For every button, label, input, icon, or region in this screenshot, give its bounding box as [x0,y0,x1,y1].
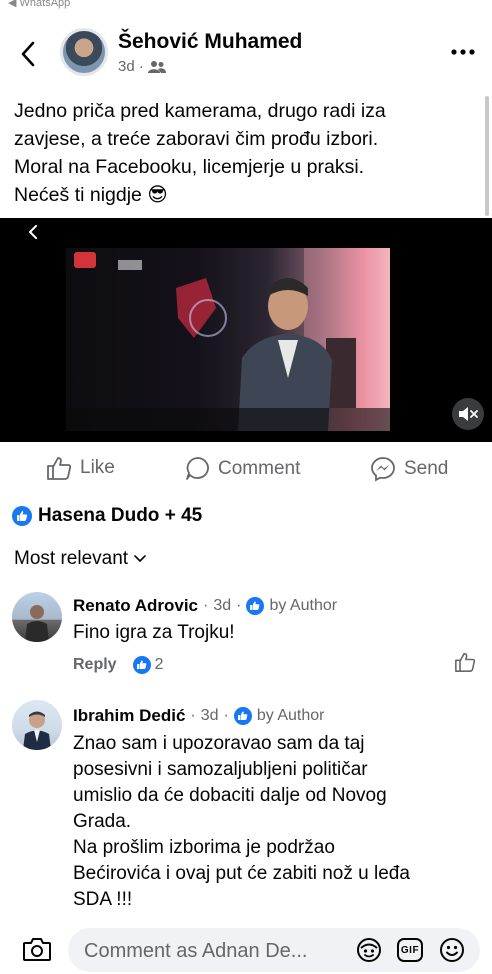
like-reaction-icon [132,656,151,674]
comment-label: Comment [218,457,301,479]
like-reaction-icon [12,506,32,526]
emoji-button[interactable] [438,936,466,964]
post-header: Šehović Muhamed 3d · [0,24,492,88]
author-like-badge-icon [246,597,265,615]
author-name[interactable]: Šehović Muhamed [118,30,302,54]
status-bar-app-label: ◀ WhatsApp [8,0,71,9]
send-label: Send [404,458,449,479]
camera-icon [23,938,51,961]
comment-actions: Reply 2 [73,656,163,674]
author-badge-label: by Author [269,597,338,614]
commenter-name[interactable]: Ibrahim Dedić [73,706,185,726]
commenter-name[interactable]: Renato Adrovic [73,596,198,616]
comment-text-line: Grada. [73,811,132,832]
comment-text-line: Na prošlim izborima je podržao [73,837,335,858]
comment-input-placeholder: Comment as Adnan De... [84,940,308,962]
mute-button[interactable] [452,398,484,430]
meta-separator: · [203,597,209,614]
video-frame[interactable] [66,248,390,431]
comment-text-line: umislio da će dobaciti dalje od Novog [73,785,387,806]
author-avatar[interactable] [60,28,108,76]
meta-separator: · [223,707,229,724]
meta-separator: · [236,597,242,614]
comment-like-count[interactable]: 2 [132,656,164,674]
post-meta: 3d · [118,58,166,75]
comment-sort-dropdown[interactable]: Most relevant [14,548,146,570]
avatar-sticker-button[interactable] [355,936,383,964]
comment-text-line: Fino igra za Trojku! [73,622,235,643]
friends-icon [147,60,166,73]
commenter-avatar[interactable] [12,700,62,750]
meta-separator: · [190,707,196,724]
comment-header: Renato Adrovic · 3d · by Author [73,596,337,616]
chevron-down-icon [134,555,146,563]
author-badge-label: by Author [256,707,325,724]
like-label: Like [80,457,115,478]
video-back-icon [29,225,37,239]
messenger-icon [371,457,395,482]
reactions-summary[interactable]: Hasena Dudo + 45 [12,505,202,527]
comment-text-line: posesivni i samozaljubljeni političar [73,759,368,780]
more-dots-icon [451,49,475,55]
commenter-avatar[interactable] [12,592,62,642]
author-like-badge-icon [233,707,252,725]
thumbs-up-icon [47,457,72,480]
comment-time: 3d [213,597,232,614]
post-text-line: Moral na Facebooku, licemjerje u praksi. [14,156,365,178]
comment-text-line: Znao sam i upozoravao sam da taj [73,733,365,754]
thumbs-up-icon [455,652,476,672]
post-time: 3d [118,58,135,75]
comment-like-number: 2 [154,656,164,673]
back-chevron-icon [21,41,35,67]
muted-speaker-icon [459,407,478,421]
scrollbar[interactable] [485,96,489,216]
comment-text: Fino igra za Trojku! [73,620,483,646]
send-button[interactable]: Send [370,456,448,482]
post-text-line: zavjese, a treće zaboravi čim prođu izbo… [14,128,379,150]
comment-text: Znao sam i upozoravao sam da taj posesiv… [73,731,483,913]
more-options-button[interactable] [448,40,478,64]
emoji-smile-icon [440,938,464,962]
post-text-line: Jedno priča pred kamerama, drugo radi iz… [14,100,386,122]
comment-composer: Comment as Adnan De... GIF [0,922,492,974]
post-text-line: Nećeš ti nigdje 😎 [14,184,168,206]
comment-sort-label: Most relevant [14,548,129,569]
meta-separator: · [138,58,144,75]
like-button[interactable]: Like [46,456,115,480]
comment-button[interactable]: Comment [185,456,300,481]
comment-text-line: SDA !!! [73,889,133,910]
post-action-bar: Like Comment Send [0,448,492,492]
post-text: Jedno priča pred kamerama, drugo radi iz… [14,97,476,209]
video-scene [66,248,390,431]
video-back-button[interactable] [28,224,44,244]
gif-button[interactable]: GIF [396,936,424,964]
avatar-sticker-icon [357,938,381,962]
camera-button[interactable] [22,936,52,962]
back-button[interactable] [12,34,44,74]
gif-label: GIF [400,944,420,956]
comment-header: Ibrahim Dedić · 3d · by Author [73,706,324,726]
video-player[interactable] [0,218,492,442]
reply-button[interactable]: Reply [73,656,117,674]
comment-time: 3d [200,707,219,724]
reactions-summary-text: Hasena Dudo + 45 [38,505,203,526]
comment-text-line: Bećirovića i ovaj put će zabiti nož u le… [73,863,410,884]
comment-like-button[interactable] [454,652,476,677]
comment-bubble-icon [186,457,209,480]
